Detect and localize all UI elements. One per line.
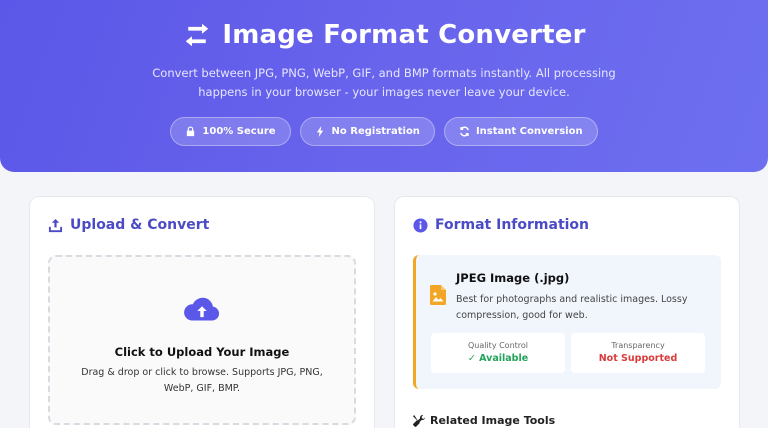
stat-value: ✓ Available [467, 353, 529, 364]
stat-label: Transparency [611, 341, 665, 350]
format-description: Best for photographs and realistic image… [456, 294, 688, 321]
sync-icon [460, 126, 469, 137]
lock-icon [187, 126, 195, 137]
page-title: Image Format Converter [222, 20, 586, 50]
cloud-upload-icon [184, 297, 220, 321]
badge-label: No Registration [331, 126, 420, 137]
stat-transparency: Transparency Not Supported [571, 333, 705, 373]
hero-header: Image Format Converter Convert between J… [0, 0, 768, 172]
badge-secure: 100% Secure [170, 117, 291, 146]
upload-card: Upload & Convert Click to Upload Your Im… [29, 196, 375, 428]
image-file-icon [430, 285, 446, 305]
format-name: JPEG Image (.jpg) [456, 271, 570, 285]
dropzone-subtitle: Drag & drop or click to browse. Supports… [81, 367, 323, 394]
stat-value: Not Supported [598, 353, 678, 364]
feature-badges: 100% Secure No Registration Instant Conv… [0, 117, 768, 146]
upload-dropzone[interactable]: Click to Upload Your Image Drag & drop o… [48, 255, 356, 425]
badge-label: Instant Conversion [475, 126, 583, 137]
hero-title: Image Format Converter [0, 20, 768, 50]
badge-instant: Instant Conversion [443, 117, 598, 146]
badge-label: 100% Secure [202, 126, 276, 137]
badge-no-registration: No Registration [299, 117, 435, 146]
dropzone-title: Click to Upload Your Image [114, 345, 290, 359]
tools-icon [413, 414, 425, 427]
hero-description: Convert between JPG, PNG, WebP, GIF, and… [152, 66, 616, 99]
stat-label: Quality Control [467, 341, 529, 350]
bolt-icon [316, 126, 323, 137]
format-info-heading: Format Information [413, 217, 589, 233]
related-tools-heading: Related Image Tools [413, 414, 555, 427]
stat-quality-control: Quality Control ✓ Available [431, 333, 565, 373]
info-icon [413, 217, 428, 233]
exchange-arrows-icon [186, 23, 209, 47]
format-info-card: Format Information JPEG Image (.jpg) Bes… [394, 196, 740, 428]
upload-icon [48, 218, 63, 232]
format-details: JPEG Image (.jpg) Best for photographs a… [413, 255, 721, 389]
upload-heading: Upload & Convert [48, 217, 209, 233]
